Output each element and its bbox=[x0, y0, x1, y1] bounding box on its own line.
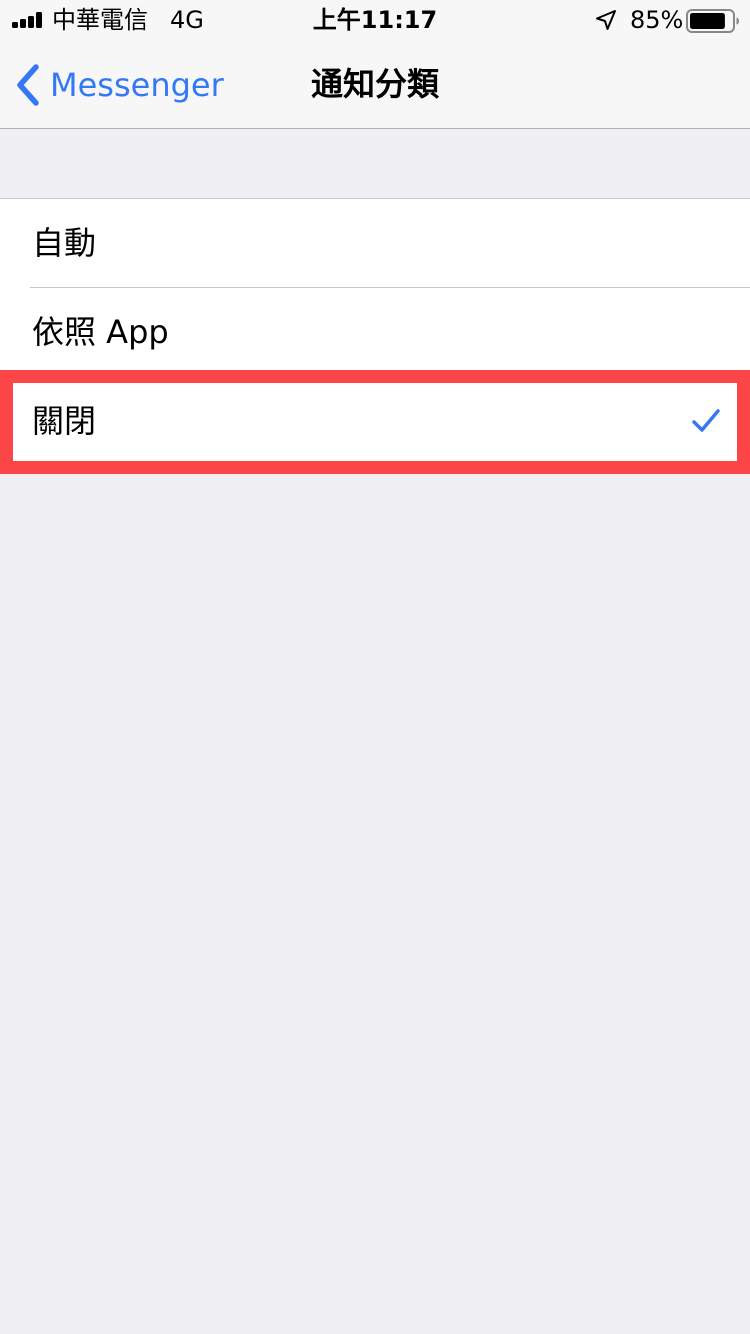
battery-icon bbox=[686, 9, 739, 33]
option-off[interactable]: 關閉 bbox=[0, 377, 750, 465]
notification-grouping-list: 自動 依照 App 關閉 bbox=[0, 198, 750, 465]
checkmark-icon bbox=[692, 409, 720, 432]
option-by-app[interactable]: 依照 App bbox=[0, 288, 750, 377]
battery-percent: 85% bbox=[630, 6, 684, 34]
status-bar: 中華電信 4G 上午11:17 85% bbox=[0, 0, 750, 40]
location-arrow-icon bbox=[596, 10, 616, 30]
page-title: 通知分類 bbox=[310, 65, 439, 103]
option-label: 依照 App bbox=[32, 313, 169, 351]
option-label: 自動 bbox=[32, 224, 97, 262]
navigation-bar: Messenger 通知分類 bbox=[0, 40, 750, 129]
option-label: 關閉 bbox=[32, 402, 97, 440]
option-automatic[interactable]: 自動 bbox=[0, 199, 750, 288]
